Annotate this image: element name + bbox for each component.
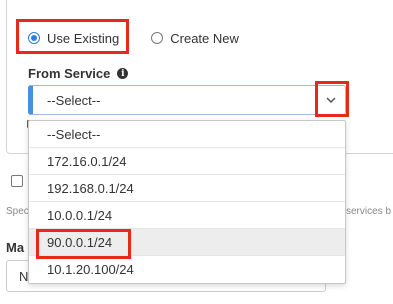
use-existing-radio[interactable] [28, 32, 40, 44]
spec-helper-text: Spec [6, 206, 29, 217]
chevron-down-icon[interactable] [317, 86, 345, 114]
bottom-input-value: N [19, 269, 29, 284]
from-service-label-text: From Service [28, 66, 111, 81]
from-service-label: From Service i [28, 66, 129, 81]
services-helper-text: services b [346, 206, 392, 217]
dropdown-option[interactable]: 172.16.0.1/24 [29, 148, 345, 175]
option-checkbox[interactable] [11, 175, 23, 187]
dropdown-option[interactable]: 90.0.0.1/24 [29, 229, 345, 256]
use-existing-label[interactable]: Use Existing [47, 31, 119, 46]
create-new-radio[interactable] [151, 32, 164, 44]
select-value: --Select-- [47, 93, 101, 108]
radio-group: Use Existing Create New [16, 22, 239, 54]
info-icon[interactable]: i [117, 68, 129, 79]
dropdown-option[interactable]: 10.0.0.1/24 [29, 202, 345, 229]
dropdown-option[interactable]: 10.1.20.100/24 [29, 256, 345, 283]
from-service-select[interactable]: --Select-- [28, 85, 346, 115]
ma-label: Ma [6, 240, 25, 255]
create-new-label[interactable]: Create New [170, 31, 239, 46]
dropdown-option[interactable]: 192.168.0.1/24 [29, 175, 345, 202]
dropdown-option[interactable]: --Select-- [29, 121, 345, 148]
from-service-dropdown: --Select-- 172.16.0.1/24 192.168.0.1/24 … [28, 120, 346, 284]
